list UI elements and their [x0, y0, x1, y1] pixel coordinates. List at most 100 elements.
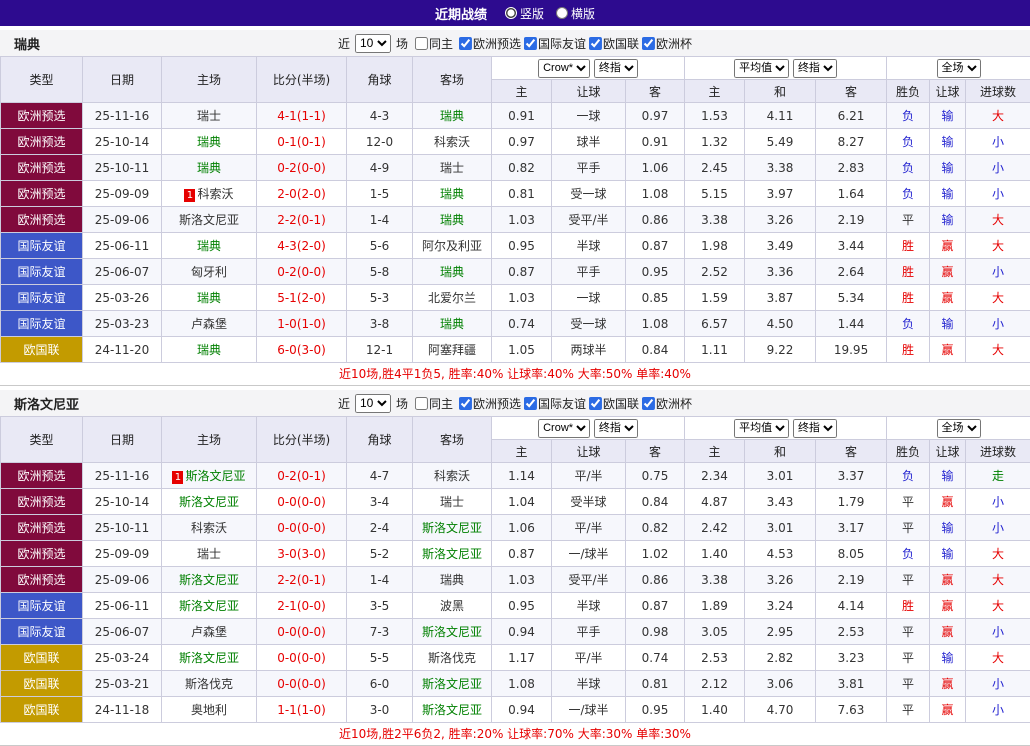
match-row: 欧洲预选25-10-11科索沃0-0(0-0)2-4斯洛文尼亚1.06平/半0.… [1, 515, 1030, 541]
away-team-label: 瑞典 [440, 265, 464, 279]
avg-home-odds: 3.38 [685, 567, 745, 593]
team-name: 瑞典 [14, 34, 40, 53]
fulltime-select[interactable]: 全场 [937, 419, 981, 438]
crow-handicap: 一球 [552, 285, 626, 311]
subcol-handicap-result: 让球 [930, 440, 966, 463]
average-select[interactable]: 平均值 [734, 59, 789, 78]
competition-filter[interactable]: 欧洲杯 [639, 35, 692, 52]
same-home-filter[interactable]: 同主 [411, 35, 453, 52]
home-team-cell: 斯洛文尼亚 [162, 567, 257, 593]
same-home-checkbox[interactable] [415, 37, 428, 50]
crow-handicap: 受平/半 [552, 567, 626, 593]
bookmaker-stage-select[interactable]: 终指 [594, 419, 638, 438]
handicap-result: 赢 [930, 489, 966, 515]
competition-filter[interactable]: 欧洲杯 [639, 395, 692, 412]
competition-filter[interactable]: 国际友谊 [521, 395, 586, 412]
avg-draw-odds: 4.11 [745, 103, 816, 129]
handicap-result: 赢 [930, 285, 966, 311]
crow-home-odds: 0.82 [492, 155, 552, 181]
avg-home-odds: 1.53 [685, 103, 745, 129]
match-score: 0-0(0-0) [257, 619, 347, 645]
competition-filter[interactable]: 欧国联 [586, 35, 639, 52]
avg-home-odds: 2.52 [685, 259, 745, 285]
match-date: 25-10-14 [83, 129, 162, 155]
away-team-cell: 斯洛伐克 [413, 645, 492, 671]
competition-checkbox[interactable] [459, 37, 472, 50]
crow-handicap: 两球半 [552, 337, 626, 363]
crow-away-odds: 1.06 [626, 155, 685, 181]
crow-away-odds: 1.02 [626, 541, 685, 567]
same-home-checkbox[interactable] [415, 397, 428, 410]
bookmaker-stage-select[interactable]: 终指 [594, 59, 638, 78]
competition-filter[interactable]: 欧洲预选 [456, 395, 521, 412]
competition-type: 欧洲预选 [1, 129, 83, 155]
avg-draw-odds: 4.53 [745, 541, 816, 567]
match-score: 2-2(0-1) [257, 567, 347, 593]
bookmaker-select[interactable]: Crow* [538, 59, 590, 78]
competition-checkbox[interactable] [524, 397, 537, 410]
section-header-bar: 斯洛文尼亚 近 10 场 同主 欧洲预选国际友谊欧国联欧洲杯 [0, 390, 1030, 416]
competition-checkbox[interactable] [524, 37, 537, 50]
fulltime-select[interactable]: 全场 [937, 59, 981, 78]
subcol-average-away: 客 [816, 440, 887, 463]
match-date: 24-11-20 [83, 337, 162, 363]
avg-away-odds: 3.23 [816, 645, 887, 671]
crow-handicap: 一/球半 [552, 697, 626, 723]
competition-checkbox[interactable] [589, 37, 602, 50]
competition-checkbox[interactable] [642, 37, 655, 50]
competition-type: 欧国联 [1, 645, 83, 671]
away-team-label: 波黑 [440, 599, 464, 613]
horizontal-layout-radio[interactable] [556, 7, 568, 19]
avg-draw-odds: 4.50 [745, 311, 816, 337]
match-row: 国际友谊25-03-23卢森堡1-0(1-0)3-8瑞典0.74受一球1.086… [1, 311, 1030, 337]
corner-score: 4-9 [347, 155, 413, 181]
competition-checkbox[interactable] [642, 397, 655, 410]
competition-filter[interactable]: 欧洲预选 [456, 35, 521, 52]
subcol-average-draw: 和 [745, 440, 816, 463]
crow-home-odds: 1.04 [492, 489, 552, 515]
bookmaker-select[interactable]: Crow* [538, 419, 590, 438]
same-home-filter[interactable]: 同主 [411, 395, 453, 412]
match-row: 国际友谊25-03-26瑞典5-1(2-0)5-3北爱尔兰1.03一球0.851… [1, 285, 1030, 311]
games-count-select[interactable]: 10 [355, 394, 391, 413]
average-select[interactable]: 平均值 [734, 419, 789, 438]
sections-container: 瑞典 近 10 场 同主 欧洲预选国际友谊欧国联欧洲杯 类 [0, 30, 1030, 746]
fulltime-result: 负 [887, 155, 930, 181]
competition-filter[interactable]: 国际友谊 [521, 35, 586, 52]
match-score: 2-1(0-0) [257, 593, 347, 619]
fulltime-result: 胜 [887, 337, 930, 363]
away-team-label: 斯洛文尼亚 [422, 625, 482, 639]
home-team-label: 奥地利 [191, 703, 227, 717]
home-team-cell: 瑞典 [162, 285, 257, 311]
crow-home-odds: 1.17 [492, 645, 552, 671]
avg-home-odds: 5.15 [685, 181, 745, 207]
competition-checkbox[interactable] [589, 397, 602, 410]
home-team-label: 科索沃 [197, 187, 233, 201]
handicap-result: 赢 [930, 697, 966, 723]
subcol-bookmaker-away: 客 [626, 80, 685, 103]
match-score: 0-0(0-0) [257, 515, 347, 541]
goals-result: 大 [966, 593, 1030, 619]
home-team-cell: 科索沃 [162, 515, 257, 541]
home-team-cell: 瑞典 [162, 129, 257, 155]
match-row: 欧洲预选25-09-06斯洛文尼亚2-2(0-1)1-4瑞典1.03受平/半0.… [1, 207, 1030, 233]
layout-option-horizontal[interactable]: 横版 [556, 5, 595, 22]
fulltime-result: 负 [887, 541, 930, 567]
crow-home-odds: 0.81 [492, 181, 552, 207]
match-date: 25-10-14 [83, 489, 162, 515]
goals-result: 大 [966, 285, 1030, 311]
competition-checkbox[interactable] [459, 397, 472, 410]
games-count-select[interactable]: 10 [355, 34, 391, 53]
crow-away-odds: 0.97 [626, 103, 685, 129]
layout-option-vertical[interactable]: 竖版 [505, 5, 544, 22]
average-stage-select[interactable]: 终指 [793, 59, 837, 78]
away-team-label: 阿尔及利亚 [422, 239, 482, 253]
col-header-corners: 角球 [347, 57, 413, 103]
goals-result: 小 [966, 311, 1030, 337]
vertical-layout-radio[interactable] [505, 7, 517, 19]
average-stage-select[interactable]: 终指 [793, 419, 837, 438]
home-team-label: 斯洛文尼亚 [179, 213, 239, 227]
avg-home-odds: 2.53 [685, 645, 745, 671]
crow-handicap: 平/半 [552, 645, 626, 671]
competition-filter[interactable]: 欧国联 [586, 395, 639, 412]
